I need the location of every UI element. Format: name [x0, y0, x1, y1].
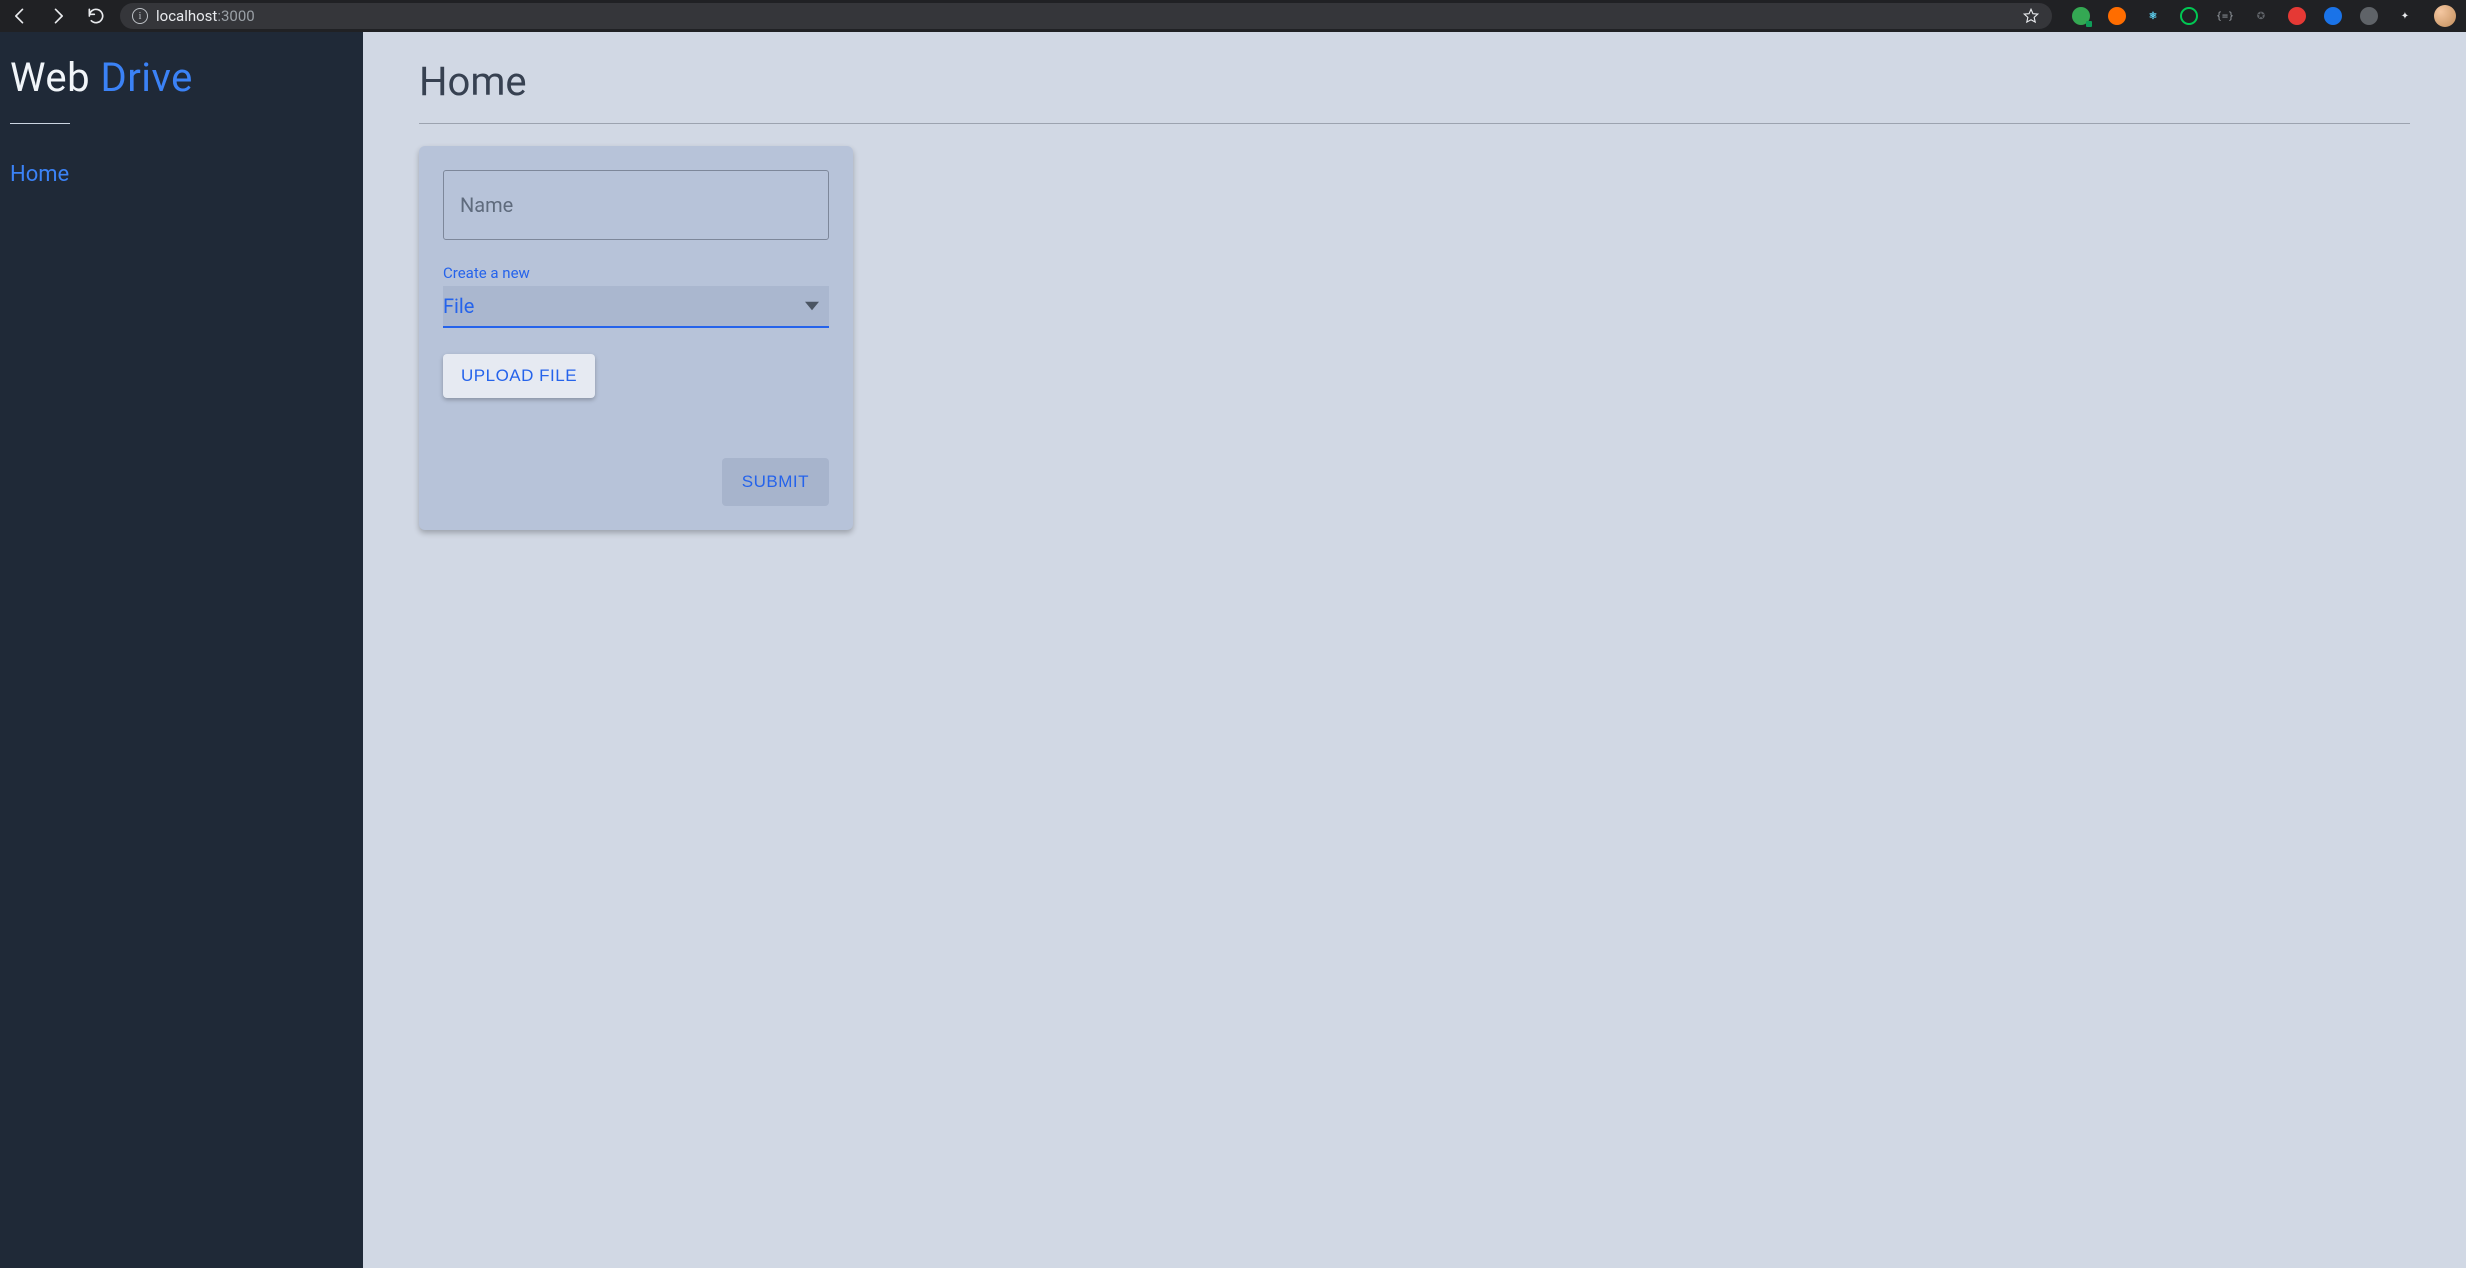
submit-row: SUBMIT: [443, 458, 829, 506]
forward-icon[interactable]: [48, 6, 68, 26]
profile-avatar[interactable]: [2434, 5, 2456, 27]
extension-icon[interactable]: {=}: [2216, 7, 2234, 25]
page-title: Home: [419, 58, 2410, 105]
url-host: localhost: [156, 7, 217, 25]
main-content: Home Name Create a new File UPLOAD FILE …: [363, 32, 2466, 1268]
logo-word-2: Drive: [100, 54, 192, 101]
browser-chrome: i localhost:3000 ⚛ {=} ✪ ✦: [0, 0, 2466, 32]
extensions-menu-icon[interactable]: ✦: [2396, 7, 2414, 25]
create-type-block: Create a new File: [443, 264, 829, 328]
sidebar: Web Drive Home: [0, 32, 363, 1268]
create-type-label: Create a new: [443, 264, 829, 282]
extension-icon[interactable]: [2288, 7, 2306, 25]
extension-icon[interactable]: [2180, 7, 2198, 25]
create-form-card: Name Create a new File UPLOAD FILE SUBMI…: [419, 146, 853, 530]
logo-word-1: Web: [10, 54, 100, 101]
site-info-icon[interactable]: i: [132, 8, 148, 24]
extension-icon[interactable]: [2108, 7, 2126, 25]
url-port: :3000: [217, 7, 254, 25]
react-devtools-icon[interactable]: ⚛: [2144, 7, 2162, 25]
browser-nav-icons: [10, 6, 106, 26]
extension-icon[interactable]: [2072, 7, 2090, 25]
url-text: localhost:3000: [156, 7, 255, 25]
sidebar-item-home[interactable]: Home: [10, 158, 353, 191]
extension-icon[interactable]: ✪: [2252, 7, 2270, 25]
extension-icon[interactable]: [2324, 7, 2342, 25]
upload-file-button[interactable]: UPLOAD FILE: [443, 354, 595, 398]
logo-divider: [10, 123, 70, 124]
reload-icon[interactable]: [86, 6, 106, 26]
submit-button[interactable]: SUBMIT: [722, 458, 829, 506]
extension-icons: ⚛ {=} ✪ ✦: [2066, 7, 2420, 25]
back-icon[interactable]: [10, 6, 30, 26]
app-root: Web Drive Home Home Name Create a new Fi…: [0, 32, 2466, 1268]
extension-icon[interactable]: [2360, 7, 2378, 25]
chevron-down-icon: [805, 299, 819, 313]
name-field[interactable]: Name: [443, 170, 829, 240]
create-type-select[interactable]: File: [443, 286, 829, 328]
address-bar[interactable]: i localhost:3000: [120, 3, 2052, 29]
name-input[interactable]: [460, 194, 812, 217]
app-logo: Web Drive: [10, 54, 353, 101]
bookmark-star-icon[interactable]: [2022, 7, 2040, 25]
page-divider: [419, 123, 2410, 124]
create-type-value: File: [443, 294, 474, 318]
